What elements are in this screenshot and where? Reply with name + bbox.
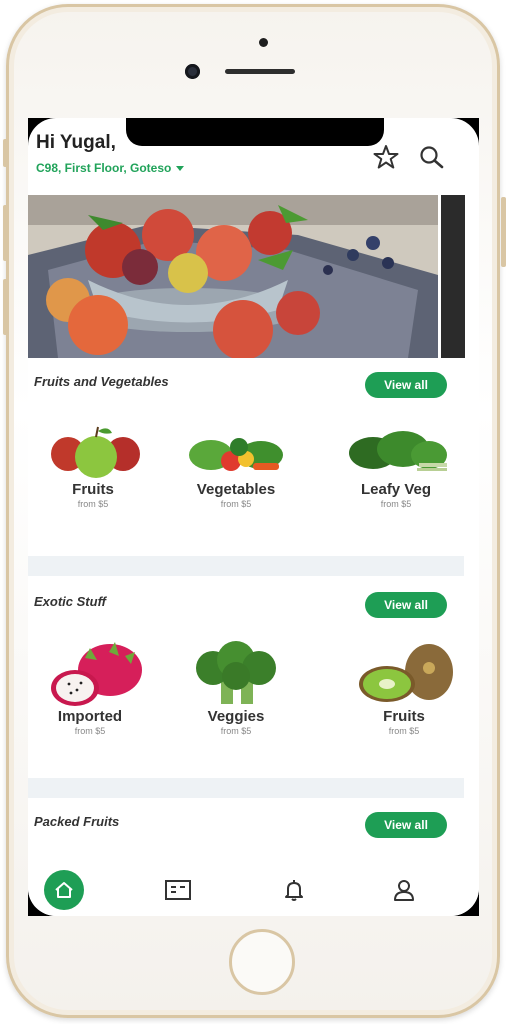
power-button [501,197,506,267]
bell-icon[interactable] [274,870,314,910]
card-price: from $5 [388,726,420,736]
card-price: from $5 [380,499,412,509]
mute-switch [3,139,8,167]
section-fruits-and-vegetables: Fruits and Vegetables View all Fruits fr… [28,366,479,556]
vegetables-image [181,421,291,481]
category-card-veggies[interactable]: Veggies from $5 [166,638,306,736]
card-price: from $5 [220,499,252,509]
section-divider [28,778,464,798]
card-price: from $5 [77,499,109,509]
home-button[interactable] [229,929,295,995]
banner-next-slide [441,195,465,358]
category-card-fruits[interactable]: Fruits from $5 [28,421,163,509]
user-icon[interactable] [384,870,424,910]
greeting-text: Hi Yugal, [36,132,116,153]
fruits-image [38,421,148,481]
search-icon[interactable] [418,144,444,170]
star-icon[interactable] [373,144,399,170]
proximity-sensor [259,38,268,47]
earpiece-speaker [225,69,295,74]
card-name: Fruits [383,708,425,725]
category-card-imported[interactable]: Imported from $5 [28,638,160,736]
card-name: Leafy Veg [360,481,432,498]
card-price: from $5 [74,726,106,736]
dragon-fruit-image [35,638,145,708]
promo-banner[interactable] [28,195,438,358]
section-title: Fruits and Vegetables [34,374,169,389]
card-name: Fruits [72,481,114,498]
view-all-button[interactable]: View all [365,372,447,398]
broccoli-image [181,638,291,708]
kiwi-image [349,638,459,708]
volume-up-button [3,205,8,261]
section-title: Exotic Stuff [34,594,106,609]
card-name: Imported [57,708,123,725]
view-all-button[interactable]: View all [365,592,447,618]
address-selector[interactable]: C98, First Floor, Goteso [36,161,185,175]
section-title: Packed Fruits [34,814,120,829]
screen-notch [126,118,384,146]
volume-down-button [3,279,8,335]
section-packed-fruits: Packed Fruits View all [28,806,479,866]
chevron-down-icon [176,165,185,171]
leafy-veg-image [341,421,451,481]
front-camera [185,64,200,79]
address-text: C98, First Floor, Goteso [36,161,172,175]
card-price: from $5 [220,726,252,736]
app-screen: Hi Yugal, C98, First Floor, Goteso Fruit… [28,118,479,916]
category-card-exotic-fruits[interactable]: Fruits from $5 [334,638,474,736]
card-name: Vegetables [196,481,276,498]
bottom-navigation [28,860,479,916]
card-name: Veggies [207,708,265,725]
section-divider [28,556,464,576]
home-icon[interactable] [44,870,84,910]
view-all-button[interactable]: View all [365,812,447,838]
category-card-vegetables[interactable]: Vegetables from $5 [166,421,306,509]
category-card-leafy-veg[interactable]: Leafy Veg from $5 [326,421,466,509]
menu-icon[interactable] [158,870,198,910]
section-exotic-stuff: Exotic Stuff View all Imported from $5 V… [28,586,479,776]
phone-screen: Hi Yugal, C98, First Floor, Goteso Fruit… [28,118,479,916]
